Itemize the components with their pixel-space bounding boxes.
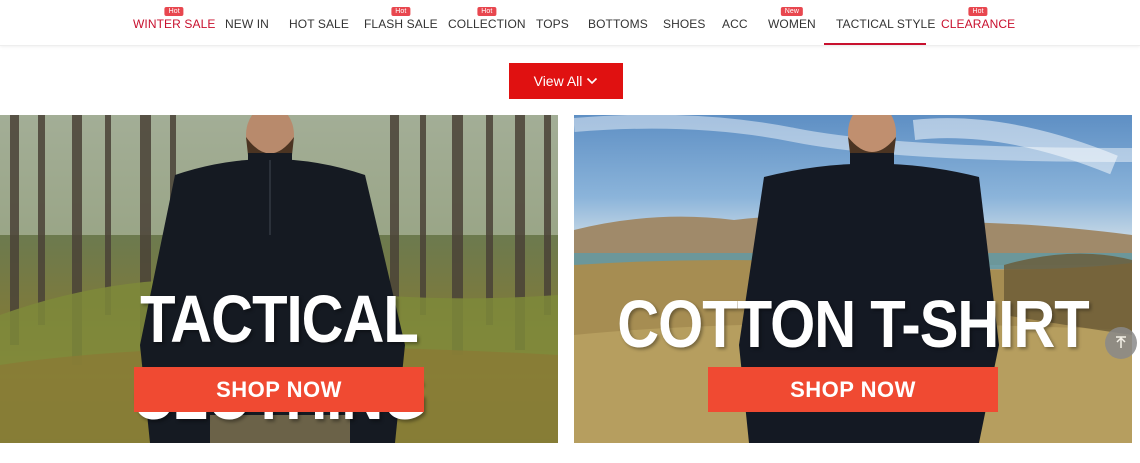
view-all-button[interactable]: View All: [509, 63, 623, 99]
nav-item-shoes[interactable]: SHOES: [663, 17, 706, 31]
nav-item-clearance[interactable]: Hot CLEARANCE: [941, 7, 1016, 31]
shop-now-button[interactable]: SHOP NOW: [134, 367, 424, 412]
nav-item-label: ACC: [722, 17, 748, 31]
nav-item-flash-sale[interactable]: Hot FLASH SALE: [364, 7, 438, 31]
nav-item-new-in[interactable]: NEW IN: [225, 17, 269, 31]
banner-title: COTTON T-SHIRT: [617, 287, 1089, 362]
nav-item-label: TOPS: [536, 17, 569, 31]
nav-item-winter-sale[interactable]: Hot WINTER SALE: [133, 7, 216, 31]
nav-item-collection[interactable]: Hot COLLECTION: [448, 7, 526, 31]
nav-item-label: BOTTOMS: [588, 17, 648, 31]
arrow-up-icon: [1116, 336, 1126, 348]
nav-item-tactical-style[interactable]: TACTICAL STYLE: [836, 17, 935, 31]
nav-item-hot-sale[interactable]: HOT SALE: [289, 17, 349, 31]
hot-badge: Hot: [391, 7, 411, 16]
nav-item-label: HOT SALE: [289, 17, 349, 31]
shop-now-button[interactable]: SHOP NOW: [708, 367, 998, 412]
nav-item-label: TACTICAL STYLE: [836, 17, 936, 31]
nav-item-label: COLLECTION: [448, 17, 526, 31]
nav-item-label: SHOES: [663, 17, 706, 31]
new-badge: New: [780, 7, 804, 16]
nav-item-label: WOMEN: [768, 17, 816, 31]
nav-item-bottoms[interactable]: BOTTOMS: [588, 17, 648, 31]
nav-item-women[interactable]: New WOMEN: [768, 7, 816, 31]
nav-item-acc[interactable]: ACC: [722, 17, 748, 31]
active-tab-underline: [824, 43, 926, 45]
view-all-label: View All: [533, 73, 583, 89]
chevron-down-icon: [587, 77, 598, 85]
nav-item-tops[interactable]: TOPS: [536, 17, 569, 31]
nav-item-label: CLEARANCE: [941, 17, 1016, 31]
hot-badge: Hot: [164, 7, 184, 16]
nav-item-label: NEW IN: [225, 17, 269, 31]
top-navigation: Hot WINTER SALE NEW IN HOT SALE Hot FLAS…: [0, 0, 1140, 46]
hot-badge: Hot: [968, 7, 988, 16]
nav-item-label: WINTER SALE: [133, 17, 216, 31]
banner-cotton-t-shirt[interactable]: COTTON T-SHIRT SHOP NOW: [574, 115, 1132, 443]
hot-badge: Hot: [477, 7, 497, 16]
scroll-to-top-button[interactable]: [1105, 327, 1137, 359]
nav-item-label: FLASH SALE: [364, 17, 438, 31]
banner-tactical-clothing[interactable]: TACTICAL CLOTHING SHOP NOW: [0, 115, 558, 443]
